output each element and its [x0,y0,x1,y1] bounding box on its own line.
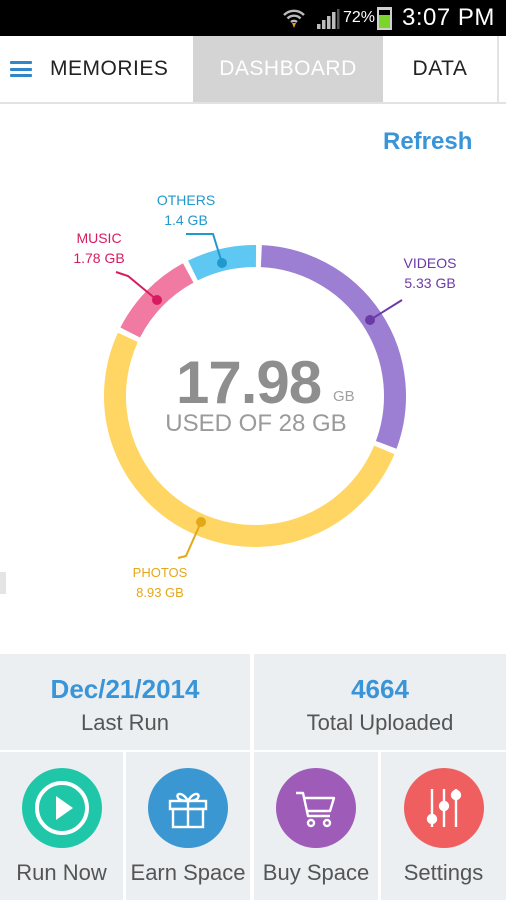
total-uploaded-card: 4664 Total Uploaded [254,654,506,750]
buy-space-button[interactable]: Buy Space [254,752,378,900]
tab-memories-label: MEMORIES [50,57,169,80]
videos-name: VIDEOS [403,255,457,271]
used-storage-caption: USED OF 28 GB [165,410,347,437]
sliders-icon[interactable] [403,768,484,848]
tab-data-label: DATA [412,57,468,80]
settings-label: Settings [403,860,484,885]
videos-value: 5.33 GB [404,275,456,291]
total-uploaded-value: 4664 [351,674,409,704]
others-name: OTHERS [156,192,216,208]
used-storage-unit: GB [333,388,355,405]
photos-value: 8.93 GB [136,585,184,600]
music-label: MUSIC 1.78 GB [60,228,138,268]
edge-handle [0,572,6,594]
tab-bar: MEMORIES DASHBOARD DATA [0,36,506,104]
battery-percent: 72% [343,9,376,26]
photos-label: PHOTOS 8.93 GB [118,563,202,603]
music-value: 1.78 GB [73,250,125,266]
earn-space-button[interactable]: Earn Space [126,752,250,900]
wifi-icon [283,9,305,28]
leader-dot-photos [196,517,206,527]
leader-dot-videos [365,315,375,325]
refresh-button[interactable]: Refresh [383,128,472,156]
others-label: OTHERS 1.4 GB [146,190,226,230]
battery-icon [377,7,392,30]
videos-label: VIDEOS 5.33 GB [392,253,468,293]
run-now-label: Run Now [16,860,107,885]
tab-data[interactable]: DATA [383,36,497,102]
play-icon[interactable] [21,768,102,848]
action-bar: Run Now Earn Space Buy Space Settings [0,752,506,900]
menu-icon[interactable] [10,61,32,77]
status-bar: 72% 3:07 PM [0,0,506,36]
photos-name: PHOTOS [132,565,188,580]
tab-memories[interactable]: MEMORIES [0,36,193,102]
gift-icon[interactable] [148,768,228,848]
cart-icon[interactable] [276,768,356,848]
used-storage-value: 17.98 [176,349,322,416]
earn-space-label: Earn Space [130,860,246,885]
stats-panel: Dec/21/2014 Last Run 4664 Total Uploaded [0,654,506,750]
tab-divider [497,36,499,102]
total-uploaded-label: Total Uploaded [306,710,454,735]
last-run-label: Last Run [80,710,170,735]
clock: 3:07 PM [402,4,495,31]
tab-dashboard-label: DASHBOARD [219,57,357,80]
music-name: MUSIC [76,230,122,246]
leader-dot-others [217,258,227,268]
last-run-card: Dec/21/2014 Last Run [0,654,250,750]
settings-button[interactable]: Settings [381,752,506,900]
leader-dot-music [152,295,162,305]
tab-dashboard[interactable]: DASHBOARD [193,36,383,102]
leader-line-music [115,271,158,301]
buy-space-label: Buy Space [262,860,370,885]
others-value: 1.4 GB [164,212,208,228]
signal-icon [317,9,340,29]
run-now-button[interactable]: Run Now [0,752,123,900]
last-run-value: Dec/21/2014 [50,674,200,704]
